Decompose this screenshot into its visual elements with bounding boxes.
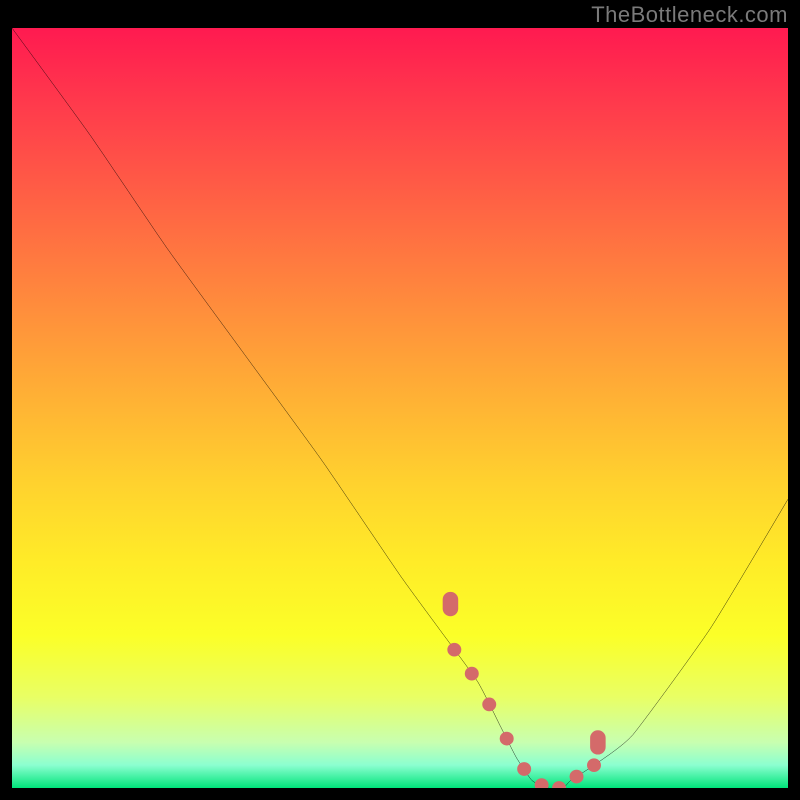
bottleneck-zone-accent <box>443 592 606 788</box>
chart-plot-area <box>12 28 788 788</box>
bottleneck-curve-line <box>12 28 788 788</box>
chart-svg <box>12 28 788 788</box>
watermark-text: TheBottleneck.com <box>591 2 788 28</box>
